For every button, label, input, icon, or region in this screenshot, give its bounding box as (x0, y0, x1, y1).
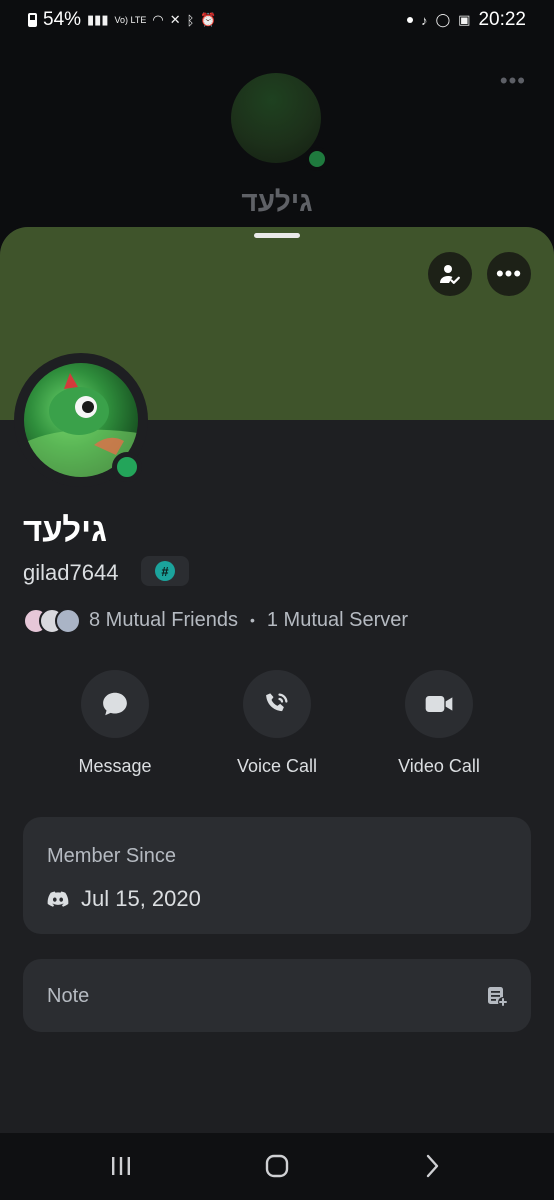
message-label: Message (78, 756, 152, 776)
action-buttons: Message Voice Call Video Call (0, 670, 554, 780)
gallery-icon: ▣ (458, 12, 471, 27)
message-button-circle[interactable] (81, 670, 149, 738)
member-since-row: Jul 15, 2020 (47, 886, 201, 912)
voice-call-button-circle[interactable] (243, 670, 311, 738)
battery-percent: 54% (43, 9, 82, 30)
note-card[interactable]: Note (23, 959, 531, 1032)
message-button[interactable]: Message (45, 670, 185, 777)
signal-icon: ▮▮▮ (87, 12, 109, 27)
phone-icon (266, 693, 288, 712)
backdrop-avatar (231, 73, 321, 163)
home-button[interactable] (257, 1151, 297, 1181)
status-right: ♪ ◯ ▣ 20:22 (407, 9, 526, 31)
mutual-avatar (55, 608, 81, 634)
video-call-button-circle[interactable] (405, 670, 473, 738)
alarm-icon: ⏰ (200, 12, 217, 27)
member-since-title: Member Since (47, 845, 176, 867)
more-icon: ••• (495, 261, 523, 286)
battery-icon (28, 13, 37, 27)
wifi-icon: ◠ (152, 12, 164, 27)
backdrop-status-indicator (305, 147, 329, 171)
back-button[interactable] (412, 1151, 452, 1181)
online-status-indicator (112, 452, 142, 482)
backdrop-display-name: גילעד (241, 186, 313, 217)
member-since-card: Member Since Jul 15, 2020 (23, 817, 531, 934)
video-camera-icon (425, 696, 453, 712)
recents-icon (112, 1157, 130, 1175)
hash-badge-icon: # (155, 561, 175, 581)
bluetooth-icon: ᛒ (186, 12, 195, 28)
mutual-friends-link[interactable]: 8 Mutual Friends (89, 609, 238, 632)
whatsapp-icon: ◯ (435, 12, 451, 27)
username[interactable]: gilad7644 (23, 560, 118, 586)
note-title: Note (47, 985, 90, 1007)
notification-dot-icon (407, 17, 414, 23)
mutual-servers-link[interactable]: 1 Mutual Server (267, 609, 408, 632)
status-left: 54% ▮▮▮ Vo) LTE ◠ ✕ ᛒ ⏰ (28, 9, 217, 31)
mutuals-row[interactable]: 8 Mutual Friends • 1 Mutual Server (23, 608, 408, 634)
friend-status-button[interactable] (428, 252, 472, 296)
backdrop-more-icon: ••• (499, 68, 526, 93)
home-icon (265, 1154, 289, 1178)
display-name: גילעד (23, 511, 107, 548)
tiktok-icon: ♪ (421, 12, 428, 28)
hash-badge[interactable]: # (141, 556, 189, 586)
discord-logo-icon (47, 891, 69, 907)
video-call-button[interactable]: Video Call (369, 670, 509, 777)
clock: 20:22 (478, 9, 526, 30)
more-options-button[interactable]: ••• (487, 252, 531, 296)
sheet-drag-handle[interactable] (254, 233, 300, 238)
recents-button[interactable] (101, 1151, 141, 1181)
separator-dot: • (249, 612, 255, 628)
member-since-date: Jul 15, 2020 (81, 886, 201, 911)
friend-check-icon (440, 265, 460, 284)
add-note-icon[interactable] (485, 984, 509, 1008)
voice-call-button[interactable]: Voice Call (207, 670, 347, 777)
profile-sheet: ••• גילעד gilad7644 # 8 Mutual Friends •… (0, 227, 554, 1133)
system-nav-bar (0, 1133, 554, 1200)
volte-label: Vo) LTE (114, 14, 147, 25)
video-call-label: Video Call (398, 756, 480, 776)
chat-bubble-icon (103, 692, 127, 716)
voice-call-label: Voice Call (236, 756, 318, 776)
mute-icon: ✕ (169, 12, 181, 27)
status-bar: 54% ▮▮▮ Vo) LTE ◠ ✕ ᛒ ⏰ ♪ ◯ ▣ 20:22 (0, 0, 554, 40)
mutual-avatars (23, 608, 81, 634)
chevron-right-icon (426, 1154, 439, 1178)
